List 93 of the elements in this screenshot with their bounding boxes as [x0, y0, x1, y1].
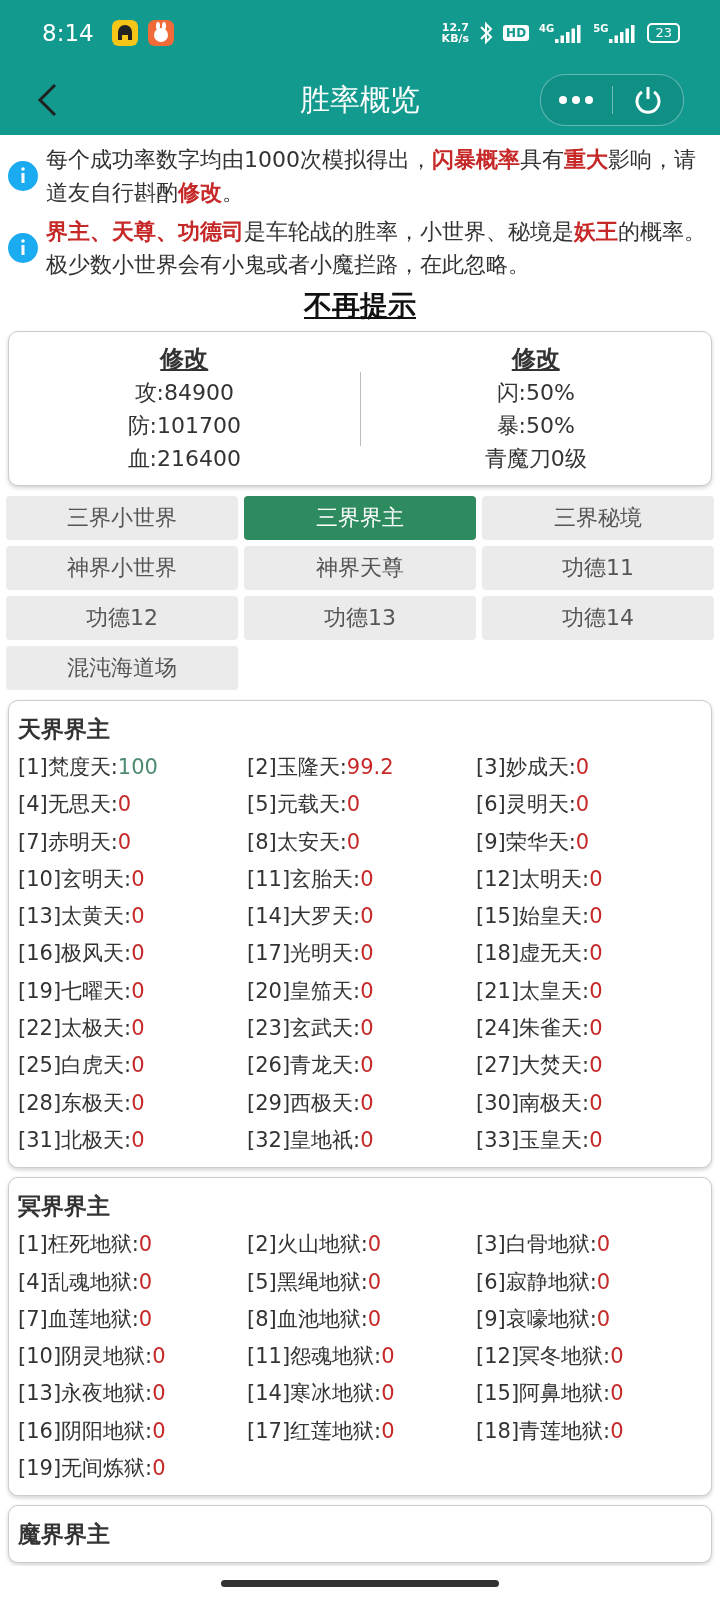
category-tab[interactable]: 功德11	[482, 546, 714, 590]
category-tab[interactable]: 功德14	[482, 596, 714, 640]
stat-value: 暴:50%	[496, 412, 575, 440]
section-title: 魔界界主	[18, 1520, 110, 1550]
result-entry: [22]太极天:0	[18, 1015, 146, 1043]
result-entry: [21]太皇天:0	[476, 977, 604, 1005]
result-entry: [18]虚无天:0	[476, 940, 604, 968]
notice-text: 每个成功率数字均由1000次模拟得出，闪暴概率具有重大影响，请道友自行斟酌修改。	[46, 146, 697, 207]
category-tab[interactable]: 混沌海道场	[6, 646, 238, 690]
category-tab[interactable]: 三界秘境	[482, 496, 714, 540]
result-entry: [12]太明天:0	[476, 865, 604, 893]
result-entry: [5]元载天:0	[247, 791, 362, 819]
result-entry: [18]青莲地狱:0	[476, 1417, 625, 1445]
result-entry: [14]寒冰地狱:0	[247, 1380, 396, 1408]
hd-badge: HD	[503, 24, 530, 41]
category-tab[interactable]: 功德12	[6, 596, 238, 640]
result-entry: [5]黑绳地狱:0	[247, 1268, 383, 1296]
result-entry: [1]梵度天:100	[18, 754, 159, 781]
network-type: 5G	[593, 22, 609, 34]
result-entry: [16]阴阳地狱:0	[18, 1417, 167, 1445]
result-entry: [27]大焚天:0	[476, 1052, 604, 1080]
result-entry: [11]玄胎天:0	[247, 865, 375, 893]
result-entry: [15]阿鼻地狱:0	[476, 1380, 625, 1408]
edit-link[interactable]: 修改	[160, 342, 209, 376]
result-entry: [19]七曜天:0	[18, 977, 146, 1005]
result-entry: [12]冥冬地狱:0	[476, 1343, 625, 1371]
edit-link[interactable]: 修改	[511, 342, 560, 376]
network-type: 4G	[539, 22, 555, 34]
more-icon[interactable]	[558, 95, 595, 105]
signal-icon	[609, 22, 638, 43]
result-entry: [20]皇笳天:0	[247, 977, 375, 1005]
info-icon	[8, 161, 38, 191]
back-icon[interactable]	[36, 83, 58, 117]
category-tab[interactable]: 三界界主	[244, 496, 476, 540]
result-entry: [10]玄明天:0	[18, 865, 146, 893]
category-tab[interactable]: 功德13	[244, 596, 476, 640]
result-entry: [2]火山地狱:0	[247, 1231, 383, 1259]
result-entry: [1]枉死地狱:0	[18, 1231, 154, 1259]
section-title: 天界界主	[18, 715, 110, 744]
home-indicator[interactable]	[221, 1579, 499, 1587]
stat-value: 青魔刀0级	[484, 445, 587, 473]
result-entry: [23]玄武天:0	[247, 1015, 375, 1043]
result-entry: [14]大罗天:0	[247, 903, 375, 931]
result-entry: [7]血莲地狱:0	[18, 1305, 154, 1333]
result-entry: [4]乱魂地狱:0	[18, 1268, 154, 1296]
network-speed: 12.7 KB/s	[441, 21, 470, 44]
result-entry: [13]太黄天:0	[18, 903, 146, 931]
result-entry: [28]东极天:0	[18, 1089, 146, 1117]
result-entry: [15]始皇天:0	[476, 903, 604, 931]
result-entry: [32]皇地祇:0	[247, 1126, 375, 1154]
stat-value: 攻:84900	[134, 379, 234, 407]
status-time: 8:14	[42, 19, 94, 46]
result-entry: [7]赤明天:0	[18, 828, 133, 856]
result-entry: [4]无思天:0	[18, 791, 133, 819]
signal-icon	[555, 22, 584, 43]
result-entry: [25]白虎天:0	[18, 1052, 146, 1080]
rabbit-app-icon	[147, 19, 174, 46]
category-tab[interactable]: 三界小世界	[6, 496, 238, 540]
result-entry: [13]永夜地狱:0	[18, 1380, 167, 1408]
result-entry: [3]白骨地狱:0	[476, 1231, 612, 1259]
info-icon	[8, 233, 38, 263]
result-entry: [17]光明天:0	[247, 940, 375, 968]
stat-value: 防:101700	[127, 412, 241, 440]
result-entry: [6]灵明天:0	[476, 791, 591, 819]
result-entry: [8]血池地狱:0	[247, 1305, 383, 1333]
category-tab[interactable]: 神界小世界	[6, 546, 238, 590]
battery-indicator: 23	[647, 22, 680, 43]
result-entry: [16]极风天:0	[18, 940, 146, 968]
dismiss-link[interactable]: 不再提示	[304, 289, 416, 322]
result-entry: [8]太安天:0	[247, 828, 362, 856]
category-tab[interactable]: 神界天尊	[244, 546, 476, 590]
result-entry: [33]玉皇天:0	[476, 1126, 604, 1154]
result-entry: [26]青龙天:0	[247, 1052, 375, 1080]
result-entry: [31]北极天:0	[18, 1126, 146, 1154]
stat-value: 闪:50%	[496, 379, 575, 407]
section-title: 冥界界主	[18, 1192, 110, 1222]
result-entry: [9]哀嚎地狱:0	[476, 1305, 612, 1333]
result-entry: [24]朱雀天:0	[476, 1015, 604, 1043]
result-entry: [2]玉隆天:99.2	[247, 754, 395, 781]
result-entry: [3]妙成天:0	[476, 754, 591, 781]
result-entry: [29]西极天:0	[247, 1089, 375, 1117]
result-entry: [10]阴灵地狱:0	[18, 1343, 167, 1371]
app-notification-icon	[111, 19, 138, 46]
page-title: 胜率概览	[300, 80, 420, 119]
bluetooth-icon	[479, 20, 494, 45]
result-entry: [11]怨魂地狱:0	[247, 1343, 396, 1371]
notice-text: 界主、天尊、功德司是车轮战的胜率，小世界、秘境是妖王的概率。极少数小世界会有小鬼或者小魔拦路，在此忽略。	[46, 218, 706, 279]
result-entry: [9]荣华天:0	[476, 828, 591, 856]
result-entry: [19]无间炼狱:0	[18, 1455, 167, 1483]
result-entry: [17]红莲地狱:0	[247, 1417, 396, 1445]
result-entry: [30]南极天:0	[476, 1089, 604, 1117]
stat-value: 血:216400	[127, 445, 241, 473]
result-entry: [6]寂静地狱:0	[476, 1268, 612, 1296]
